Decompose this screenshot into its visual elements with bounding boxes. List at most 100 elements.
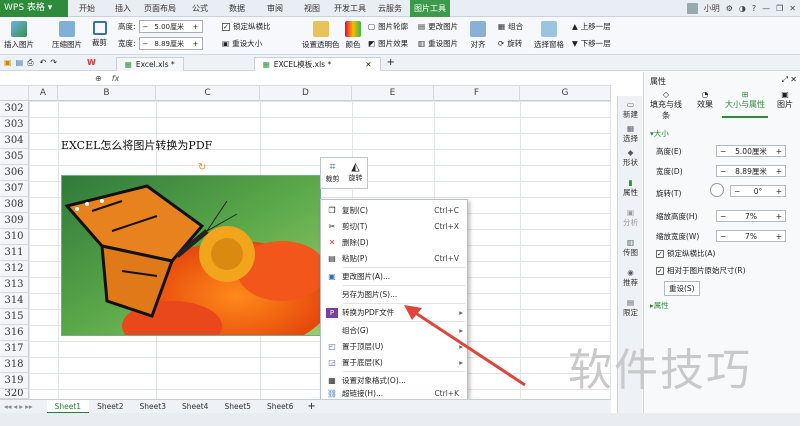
close-icon[interactable]: ✕ [789,4,796,13]
fx-label[interactable]: fx [112,74,120,83]
crop-button[interactable]: 裁剪 [92,21,107,48]
sidebar-item-new[interactable]: ▭ 新建 [618,100,643,120]
menu-developer[interactable]: 开发工具 [330,0,370,17]
column-header-g[interactable]: G [520,86,611,101]
next-sheet-icon[interactable]: ▸ [19,402,23,411]
panel-height-input[interactable]: −5.00厘米 + [716,145,786,157]
menu-review[interactable]: 审阅 [260,0,290,17]
select-all-corner[interactable] [0,86,29,101]
menu-page-layout[interactable]: 页面布局 [140,0,180,17]
panel-width-input[interactable]: −8.89厘米 + [716,165,786,177]
settings-icon[interactable]: ⚙ [726,4,733,13]
menu-item-delete[interactable]: ✕ 删除(D) [321,235,467,250]
rotate-button[interactable]: ⟳ 旋转 [498,38,522,49]
row-header[interactable]: 318 [0,357,29,373]
insert-picture-button[interactable]: 插入图片 [4,21,34,50]
row-header[interactable]: 315 [0,309,29,325]
column-header-f[interactable]: F [434,86,520,101]
panel-tab-picture[interactable]: ▣ 图片 [774,90,796,110]
row-header[interactable]: 307 [0,181,29,197]
sheet-tab-5[interactable]: Sheet5 [216,400,258,414]
panel-lock-ratio-checkbox[interactable]: ✓ 锁定纵横比(A) [656,248,715,259]
print-icon[interactable]: ⎙ [27,58,33,68]
change-picture-button[interactable]: ▤ 更改图片 [418,21,458,32]
last-sheet-icon[interactable]: ▸▸ [25,402,33,411]
sidebar-item-recommend[interactable]: ◉ 推荐 [618,268,643,288]
sidebar-item-shape[interactable]: ◆ 形状 [618,148,643,168]
user-name[interactable]: 小明 [704,3,720,14]
prev-sheet-icon[interactable]: ◂ [14,402,18,411]
row-header[interactable]: 319 [0,373,29,389]
column-header-c[interactable]: C [156,86,260,101]
new-tab-icon[interactable]: + [387,57,395,68]
menu-item-copy[interactable]: ❐ 复制(C) Ctrl+C [321,203,467,218]
row-header[interactable]: 320 [0,389,29,399]
undo-icon[interactable]: ↶ [40,58,47,67]
doc-tab-excel[interactable]: ▦ Excel.xls * [115,56,184,71]
panel-tab-size[interactable]: ⊞ 大小与属性 [722,90,768,110]
skin-icon[interactable]: ◑ [739,4,746,13]
mini-crop-button[interactable]: ⌗ 裁剪 [321,158,344,188]
panel-rotation-input[interactable]: −0° + [730,185,786,197]
reset-size-button[interactable]: ▣ 重设大小 [222,38,262,49]
color-button[interactable]: 颜色 [345,21,361,50]
save-icon[interactable]: ▤ [16,58,24,67]
cell-b304[interactable]: EXCEL怎么将图片转换为PDF [61,137,212,153]
sheet-tab-2[interactable]: Sheet2 [89,400,131,414]
reset-picture-button[interactable]: ▥ 重设图片 [418,38,458,49]
menu-data[interactable]: 数据 [222,0,252,17]
butterfly-picture[interactable] [61,175,321,336]
rotate-handle-icon[interactable]: ↻ [198,162,206,173]
column-header-b[interactable]: B [58,86,156,101]
panel-tab-fill[interactable]: ◇ 填充与线条 [648,90,684,121]
sheet-tab-4[interactable]: Sheet4 [174,400,216,414]
menu-picture-tools[interactable]: 图片工具 [410,0,450,17]
sidebar-item-upload[interactable]: ▥ 传图 [618,238,643,258]
help-icon[interactable]: ? [752,4,756,13]
sidebar-item-analysis[interactable]: ▣ 分析 [618,208,643,228]
first-sheet-icon[interactable]: ◂◂ [4,402,12,411]
menu-insert[interactable]: 插入 [108,0,138,17]
panel-scale-width-input[interactable]: −7% + [716,230,786,242]
row-header[interactable]: 304 [0,133,29,149]
group-button[interactable]: ▦ 组合 [498,21,523,32]
panel-pin-icon[interactable]: ⤢ [782,75,788,85]
panel-scale-height-input[interactable]: −7% + [716,210,786,222]
column-header-d[interactable]: D [260,86,352,101]
row-header[interactable]: 306 [0,165,29,181]
menu-home[interactable]: 开始 [72,0,102,17]
compress-picture-button[interactable]: 压缩图片 [52,21,82,50]
mini-rotate-button[interactable]: ◭ 旋转 [344,158,367,188]
close-tab-icon[interactable]: ✕ [365,60,371,69]
rotation-dial[interactable] [710,183,724,197]
zoom-icon[interactable]: ⊕ [95,74,102,83]
props-section-header[interactable]: ▸ 属性 [650,300,669,311]
height-input[interactable]: −5.00厘米 + [138,20,203,33]
send-backward-button[interactable]: ▼ 下移一层 [572,38,611,49]
open-icon[interactable]: ▣ [4,58,12,67]
row-header[interactable]: 316 [0,325,29,341]
panel-reset-button[interactable]: 重设(S) [664,281,700,296]
sidebar-item-limit[interactable]: ▤ 限定 [618,298,643,318]
row-header[interactable]: 312 [0,261,29,277]
add-sheet-icon[interactable]: + [307,401,315,412]
formula-input[interactable] [125,72,611,85]
app-menu-button[interactable]: WPS 表格 ▾ [0,0,68,17]
minimize-icon[interactable]: — [762,4,770,13]
selection-pane-button[interactable]: 选择窗格 [534,21,564,50]
row-header[interactable]: 314 [0,293,29,309]
row-header[interactable]: 305 [0,149,29,165]
sheet-tab-1[interactable]: Sheet1 [46,399,90,414]
menu-formula[interactable]: 公式 [185,0,215,17]
user-avatar[interactable] [686,3,698,14]
panel-relative-size-checkbox[interactable]: ✓ 相对于图片原始尺寸(R) [656,265,746,276]
bring-forward-button[interactable]: ▲ 上移一层 [572,21,611,32]
row-header[interactable]: 308 [0,197,29,213]
picture-outline-button[interactable]: ▢ 图片轮廓 [368,21,408,32]
sheet-tab-6[interactable]: Sheet6 [259,400,301,414]
sheet-tab-3[interactable]: Sheet3 [132,400,174,414]
maximize-icon[interactable]: ❐ [776,4,783,13]
row-header[interactable]: 302 [0,101,29,117]
redo-icon[interactable]: ↷ [50,58,57,67]
align-button[interactable]: 对齐 [470,21,486,50]
